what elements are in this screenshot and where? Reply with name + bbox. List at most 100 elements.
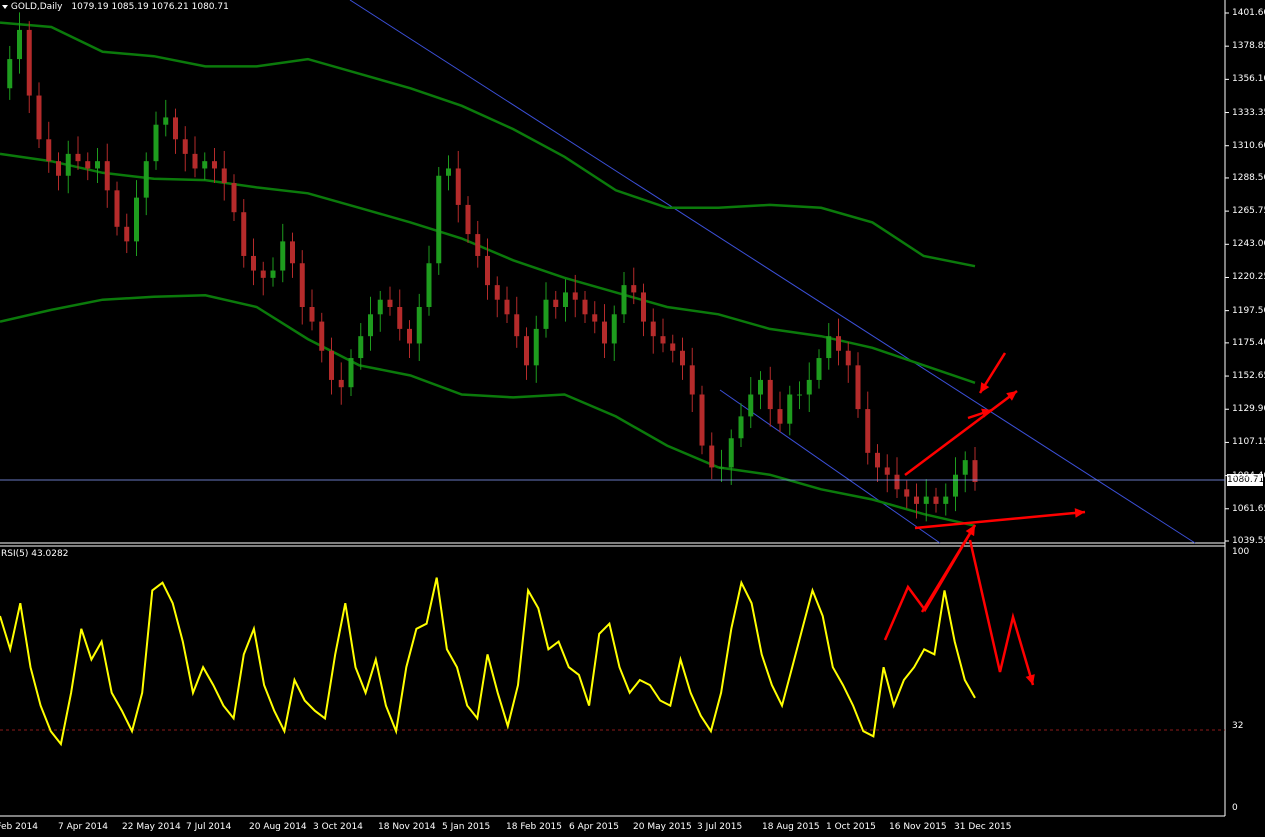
- price-tick-label: 1265.75: [1232, 206, 1265, 217]
- candle-body: [338, 379, 344, 388]
- candle-body: [709, 445, 715, 468]
- candle-body: [699, 394, 705, 446]
- price-tick-label: 1401.60: [1232, 8, 1265, 18]
- date-tick-label: 31 Dec 2015: [954, 822, 1012, 832]
- candle-body: [563, 292, 568, 308]
- candle-body: [845, 350, 851, 366]
- price-tick-label: 1197.50: [1232, 305, 1265, 316]
- candle-body: [407, 328, 412, 344]
- trendline-upper[interactable]: [349, 0, 1196, 544]
- candle-body: [231, 183, 237, 213]
- price-tick-label: 1061.65: [1232, 503, 1265, 514]
- candle-body: [241, 212, 247, 256]
- candle-body: [787, 394, 793, 424]
- candle-body: [738, 416, 744, 439]
- candle-body: [85, 161, 91, 169]
- candle-body: [602, 321, 607, 344]
- candle-body: [26, 29, 32, 96]
- candle-body: [592, 314, 598, 322]
- date-tick-label: 5 Jan 2015: [442, 822, 491, 832]
- candle-body: [270, 270, 276, 278]
- date-tick-label: 18 Feb 2015: [506, 822, 563, 832]
- date-tick-label: 3 Jul 2015: [697, 822, 743, 832]
- candle-body: [134, 197, 139, 242]
- candle-body: [153, 124, 159, 162]
- candle-body: [309, 307, 315, 322]
- price-chart[interactable]: [0, 0, 1265, 837]
- candle-body: [953, 474, 958, 497]
- candle-body: [504, 299, 510, 315]
- candle-body: [543, 299, 549, 329]
- candle-body: [923, 496, 929, 504]
- candle-body: [972, 460, 978, 483]
- candle-body: [680, 350, 685, 366]
- bollinger-upper-band[interactable]: [0, 21, 976, 268]
- candle-body: [914, 496, 919, 504]
- candle-body: [621, 285, 627, 315]
- date-tick-label: 3 Oct 2014: [313, 822, 363, 832]
- candle-body: [329, 350, 334, 380]
- candle-body: [465, 204, 471, 235]
- annotation-arrow-up-channel[interactable]: [904, 390, 1018, 476]
- price-tick-label: 1378.85: [1232, 41, 1265, 52]
- date-tick-label: 7 Jul 2014: [186, 822, 232, 832]
- candle-body: [836, 336, 841, 351]
- candle-body: [884, 467, 890, 475]
- candle-body: [56, 161, 61, 176]
- candle-body: [46, 139, 52, 162]
- candle-body: [777, 409, 783, 424]
- candle-body: [114, 190, 120, 227]
- candle-body: [251, 255, 256, 271]
- rsi-tick-label: 0: [1232, 803, 1238, 813]
- price-tick-label: 1129.90: [1232, 404, 1265, 415]
- candle-body: [514, 314, 520, 337]
- candle-body: [143, 161, 149, 198]
- date-tick-label: 22 May 2014: [122, 822, 181, 832]
- candle-body: [299, 263, 305, 308]
- candle-body: [494, 285, 500, 300]
- candle-body: [17, 29, 22, 60]
- candle-body: [173, 117, 178, 140]
- candle-body: [572, 292, 578, 300]
- triangle-down-icon[interactable]: [2, 4, 8, 9]
- candle-body: [485, 255, 490, 286]
- candle-body: [202, 161, 208, 169]
- date-tick-label: 16 Nov 2015: [889, 822, 947, 832]
- candle-body: [875, 452, 880, 468]
- price-tick-label: 1084.40: [1232, 470, 1265, 481]
- candle-body: [631, 285, 637, 293]
- candle-body: [348, 358, 354, 388]
- indicator-label: RSI(5) 43.0282: [1, 549, 69, 559]
- candle-body: [163, 117, 169, 125]
- annotation-arrow-horizontal[interactable]: [914, 510, 1086, 530]
- candle-body: [660, 336, 666, 344]
- price-tick-label: 1333.35: [1232, 107, 1265, 118]
- candle-body: [290, 241, 295, 264]
- candle-body: [855, 365, 861, 410]
- candle-body: [553, 299, 559, 308]
- candle-body: [650, 321, 656, 337]
- date-tick-label: 6 Apr 2015: [569, 822, 619, 832]
- price-tick-label: 1310.60: [1232, 140, 1265, 151]
- candle-body: [368, 314, 373, 337]
- price-tick-label: 1107.15: [1232, 437, 1265, 448]
- candle-body: [826, 336, 832, 359]
- candle-body: [260, 270, 266, 278]
- rsi-line[interactable]: [0, 577, 976, 747]
- candle-body: [475, 234, 481, 256]
- candle-body: [182, 139, 188, 154]
- candle-body: [377, 299, 383, 315]
- annotation-arrow-rsi-zigzag[interactable]: [883, 524, 977, 641]
- chart-header: GOLD,Daily 1079.19 1085.19 1076.21 1080.…: [2, 2, 229, 12]
- candle-body: [797, 394, 802, 396]
- candle-body: [728, 438, 734, 468]
- candle-body: [124, 226, 130, 242]
- candle-body: [426, 263, 432, 308]
- candle-body: [641, 292, 646, 322]
- annotation-arrow-projection[interactable]: [968, 539, 1035, 686]
- rsi-tick-label: 100: [1232, 547, 1250, 557]
- candle-body: [192, 153, 198, 169]
- candle-body: [748, 394, 754, 417]
- date-tick-label: 20 May 2015: [633, 822, 692, 832]
- candle-body: [436, 175, 442, 264]
